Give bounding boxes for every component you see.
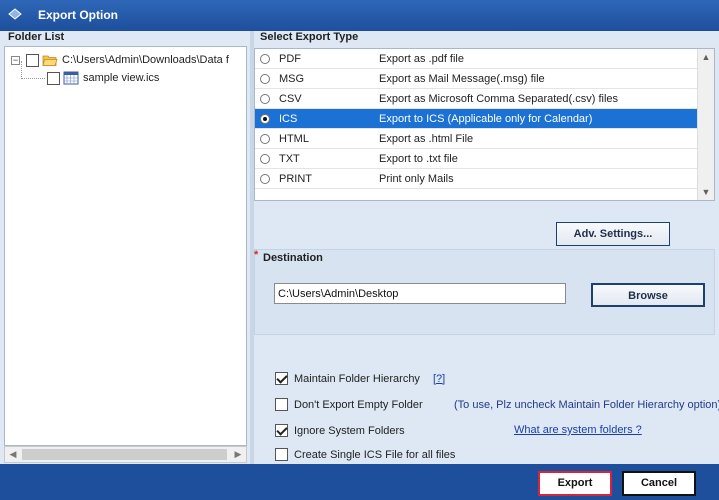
export-option-ics[interactable]: ICS Export to ICS (Applicable only for C… [255,109,697,129]
export-type-desc: Print only Mails [379,173,454,185]
scroll-up-icon[interactable]: ▲ [698,49,714,65]
app-icon [8,8,22,20]
scroll-left-icon[interactable]: ◀ [5,447,21,462]
system-folders-link[interactable]: What are system folders ? [514,424,642,436]
list-vertical-scrollbar[interactable]: ▲ ▼ [697,49,714,200]
export-type-label: Select Export Type [260,31,359,43]
export-type-name: TXT [279,153,300,165]
calendar-file-icon [63,71,79,85]
option-single-ics[interactable]: Create Single ICS File for all files [275,448,455,461]
radio-ics[interactable] [260,114,270,124]
tree-root-label: C:\Users\Admin\Downloads\Data f [62,54,229,66]
option-dont-export-empty[interactable]: Don't Export Empty Folder [275,398,423,411]
option-ignore-system[interactable]: Ignore System Folders [275,424,405,437]
tree-item-file[interactable]: sample view.ics [47,70,159,86]
export-type-desc: Export as .html File [379,133,474,145]
window-title: Export Option [38,8,118,22]
tree-connector [21,78,45,79]
radio-csv[interactable] [260,94,270,104]
export-button[interactable]: Export [538,471,612,496]
ignore-system-checkbox[interactable] [275,424,288,437]
export-type-name: ICS [279,113,298,125]
scroll-thumb[interactable] [22,449,227,460]
tree-file-checkbox[interactable] [47,71,60,85]
ignore-system-label: Ignore System Folders [294,424,405,437]
export-option-csv[interactable]: CSV Export as Microsoft Comma Separated(… [255,89,697,109]
tree-horizontal-scrollbar[interactable]: ◀ ▶ [4,446,247,463]
radio-msg[interactable] [260,74,270,84]
browse-button[interactable]: Browse [591,283,705,307]
single-ics-checkbox[interactable] [275,448,288,461]
export-option-html[interactable]: HTML Export as .html File [255,129,697,149]
export-type-desc: Export as .pdf file [379,53,464,65]
tree-file-label: sample view.ics [83,72,160,84]
tree-root-checkbox[interactable] [26,53,39,67]
open-folder-icon [42,55,58,66]
folder-list-label: Folder List [8,31,65,43]
dont-export-empty-label: Don't Export Empty Folder [294,398,423,411]
export-option-pdf[interactable]: PDF Export as .pdf file [255,49,697,69]
maintain-hierarchy-checkbox[interactable] [275,372,288,385]
hierarchy-help-link[interactable]: [?] [433,373,445,385]
required-marker: * [254,249,259,261]
radio-print[interactable] [260,174,270,184]
hierarchy-hint: (To use, Plz uncheck Maintain Folder Hie… [454,399,719,411]
radio-html[interactable] [260,134,270,144]
scroll-down-icon[interactable]: ▼ [698,184,714,200]
export-type-desc: Export as Microsoft Comma Separated(.csv… [379,93,619,105]
cancel-button[interactable]: Cancel [622,471,696,496]
export-option-txt[interactable]: TXT Export to .txt file [255,149,697,169]
export-type-list: PDF Export as .pdf file MSG Export as Ma… [254,48,715,201]
export-option-msg[interactable]: MSG Export as Mail Message(.msg) file [255,69,697,89]
tree-item-root[interactable]: − C:\Users\Admin\Downloads\Data f [11,52,229,68]
radio-pdf[interactable] [260,54,270,64]
maintain-hierarchy-label: Maintain Folder Hierarchy [294,372,420,385]
dont-export-empty-checkbox[interactable] [275,398,288,411]
option-maintain-hierarchy[interactable]: Maintain Folder Hierarchy [?] [275,372,445,385]
single-ics-label: Create Single ICS File for all files [294,448,456,461]
export-type-desc: Export to .txt file [379,153,458,165]
export-option-print[interactable]: PRINT Print only Mails [255,169,697,189]
export-type-name: MSG [279,73,305,85]
collapse-icon[interactable]: − [11,55,20,65]
export-type-name: PRINT [279,173,312,185]
folder-tree: − C:\Users\Admin\Downloads\Data f sample… [4,46,247,446]
title-bar: Export Option [0,0,719,31]
export-type-desc: Export to ICS (Applicable only for Calen… [379,113,593,125]
export-type-name: PDF [279,53,301,65]
export-type-desc: Export as Mail Message(.msg) file [379,73,545,85]
destination-path-input[interactable] [274,283,566,304]
destination-label: Destination [263,252,323,264]
adv-settings-button[interactable]: Adv. Settings... [556,222,670,246]
scroll-right-icon[interactable]: ▶ [230,447,246,462]
export-type-name: HTML [279,133,309,145]
radio-txt[interactable] [260,154,270,164]
export-type-name: CSV [279,93,302,105]
